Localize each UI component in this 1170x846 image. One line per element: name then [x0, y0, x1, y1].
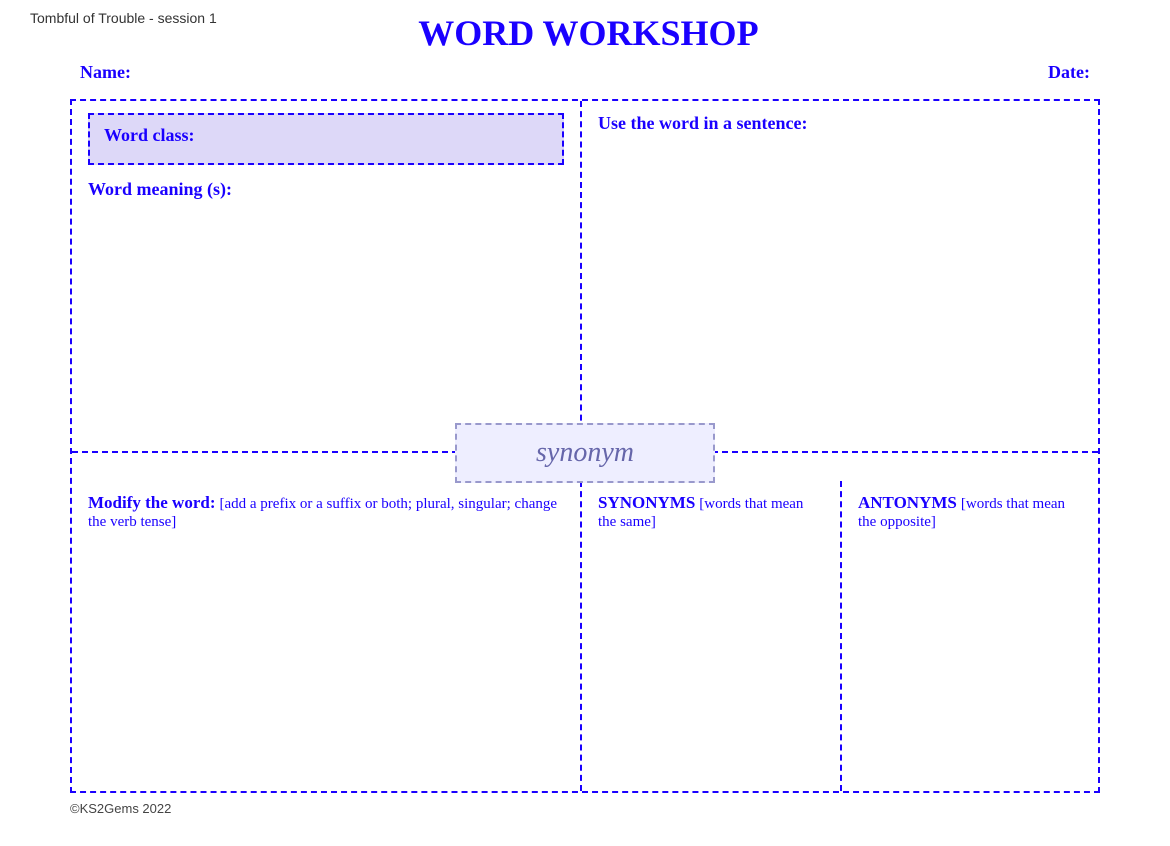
synonyms-panel: SYNONYMS [words that mean the same]: [582, 481, 842, 791]
subtitle: Tombful of Trouble - session 1: [30, 10, 217, 26]
antonyms-label: ANTONYMS: [858, 493, 957, 512]
word-meaning-label: Word meaning (s):: [88, 179, 564, 200]
synonym-text: synonym: [536, 437, 634, 468]
word-class-label: Word class:: [104, 125, 195, 145]
modify-label: Modify the word:: [88, 493, 215, 512]
right-panel: Use the word in a sentence:: [582, 101, 1098, 451]
name-label: Name:: [80, 62, 131, 83]
synonym-box: synonym: [455, 423, 715, 483]
worksheet: Word class: Word meaning (s): Use the wo…: [70, 99, 1100, 793]
left-panel: Word class: Word meaning (s):: [72, 101, 582, 451]
main-title: WORD WORKSHOP: [217, 12, 960, 54]
modify-panel: Modify the word: [add a prefix or a suff…: [72, 481, 582, 791]
antonyms-panel: ANTONYMS [words that mean the opposite]: [842, 481, 1098, 791]
word-class-box: Word class:: [88, 113, 564, 165]
synonyms-label: SYNONYMS: [598, 493, 695, 512]
use-sentence-label: Use the word in a sentence:: [598, 113, 1082, 134]
date-label: Date:: [1048, 62, 1090, 83]
footer-text: ©KS2Gems 2022: [70, 801, 171, 816]
